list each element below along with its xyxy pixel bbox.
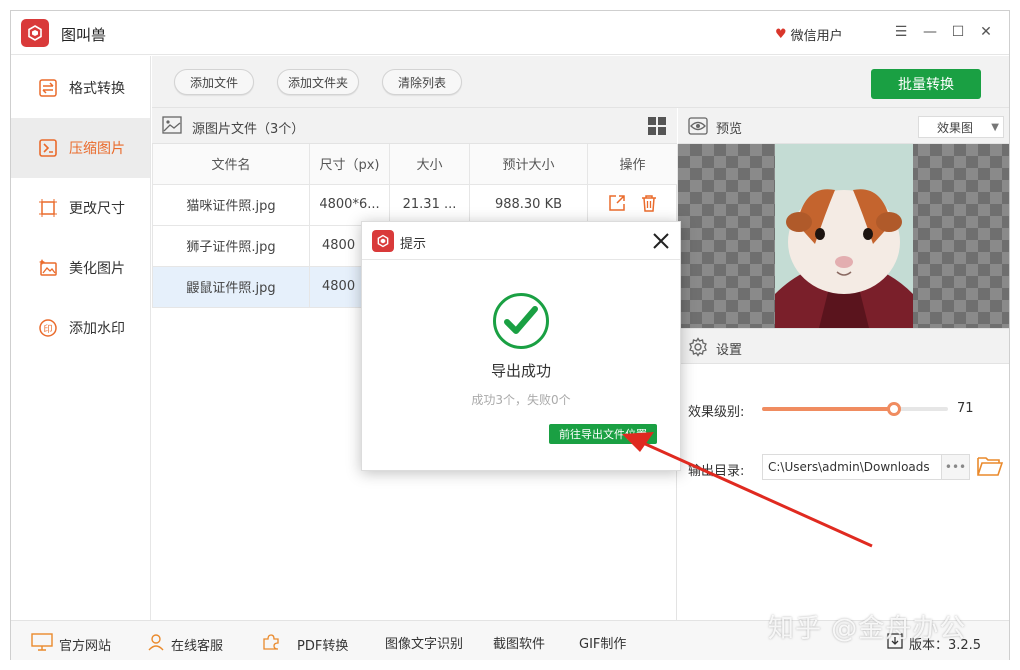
vip-heart-icon: ♥ — [775, 27, 787, 42]
file-name: 猫咪证件照.jpg — [152, 183, 310, 226]
batch-convert-button[interactable]: 批量转换 — [871, 69, 981, 99]
app-logo-icon — [21, 19, 49, 47]
output-dir-label: 输出目录: — [688, 464, 745, 479]
dialog-result-summary: 成功3个，失败0个 — [471, 393, 571, 407]
puzzle-icon — [261, 633, 281, 655]
effect-level-value: 71 — [957, 401, 974, 416]
close-icon[interactable] — [650, 230, 672, 252]
monitor-icon — [31, 633, 53, 655]
sidebar-item-label: 添加水印 — [69, 321, 125, 337]
user-account[interactable]: ♥ 微信用户 — [775, 25, 843, 44]
official-website-label: 官方网站 — [59, 638, 112, 654]
gif-maker-link[interactable]: GIF制作 — [579, 633, 626, 652]
toolbar: 添加文件 添加文件夹 清除列表 批量转换 — [152, 56, 1009, 108]
browse-button[interactable]: ••• — [942, 454, 970, 480]
file-name: 鼹鼠证件照.jpg — [152, 265, 310, 308]
success-dialog: 提示 导出成功 成功3个，失败0个 前往导出文件位置 — [361, 221, 681, 471]
gear-icon — [688, 337, 708, 361]
version-label: 版本：3.2.5 — [909, 637, 982, 653]
preview-mode-value: 效果图 — [937, 120, 974, 135]
sidebar-item-label: 更改尺寸 — [69, 201, 125, 217]
add-file-button[interactable]: 添加文件 — [174, 69, 254, 95]
add-folder-button[interactable]: 添加文件夹 — [277, 69, 359, 95]
slider-fill — [762, 407, 895, 411]
open-external-icon[interactable] — [608, 194, 626, 216]
convert-icon — [37, 77, 59, 99]
column-header-size[interactable]: 大小 — [389, 144, 470, 185]
title-bar: 图叫兽 ♥ 微信用户 ☰ — ☐ ✕ — [11, 11, 1009, 55]
app-title: 图叫兽 — [61, 26, 107, 44]
delete-icon[interactable] — [640, 194, 658, 216]
dialog-message: 导出成功 — [490, 362, 551, 380]
file-dimensions: 4800*6... — [309, 183, 390, 226]
sidebar-item-label: 压缩图片 — [69, 141, 125, 157]
pdf-convert-link[interactable]: PDF转换 — [261, 633, 348, 655]
app-window: 图叫兽 ♥ 微信用户 ☰ — ☐ ✕ 格式转换 压缩图片 更改尺寸 美化图片 印… — [10, 10, 1010, 660]
grid-view-icon[interactable] — [647, 116, 667, 140]
beautify-icon — [37, 257, 59, 279]
table-row[interactable]: 猫咪证件照.jpg 4800*6... 21.31 ... 988.30 KB — [152, 183, 678, 226]
eye-icon — [688, 117, 708, 139]
preview-title: 预览 — [716, 122, 743, 137]
official-website-link[interactable]: 官方网站 — [31, 633, 111, 655]
online-service-link[interactable]: 在线客服 — [147, 633, 223, 655]
table-header-row: 文件名 尺寸（px) 大小 预计大小 操作 — [152, 144, 678, 185]
file-actions — [587, 183, 678, 226]
settings-header: 设置 — [678, 328, 1009, 364]
column-header-dimensions[interactable]: 尺寸（px) — [309, 144, 390, 185]
sidebar-item-label: 格式转换 — [69, 81, 125, 97]
ocr-link[interactable]: 图像文字识别 — [385, 633, 463, 652]
effect-level-slider[interactable] — [762, 402, 948, 416]
sidebar-item-watermark[interactable]: 印 添加水印 — [11, 298, 150, 358]
minimize-icon[interactable]: — — [921, 23, 939, 41]
bottom-bar: 官方网站 在线客服 PDF转换 图像文字识别 截图软件 GIF制作 版本：3.2… — [11, 620, 1009, 660]
file-size: 21.31 ... — [389, 183, 470, 226]
customer-service-icon — [147, 633, 165, 655]
settings-title: 设置 — [716, 343, 743, 358]
folder-icon[interactable] — [977, 455, 1004, 481]
chevron-down-icon: ▼ — [991, 122, 999, 133]
file-name: 狮子证件照.jpg — [152, 224, 310, 267]
preview-image — [775, 144, 913, 328]
sidebar-item-label: 美化图片 — [69, 261, 125, 277]
close-icon[interactable]: ✕ — [977, 23, 995, 41]
preview-header: 预览 效果图 ▼ — [678, 108, 1009, 144]
column-header-name[interactable]: 文件名 — [152, 144, 310, 185]
output-dir-field[interactable]: C:\Users\admin\Downloads — [762, 454, 942, 480]
app-logo-icon — [372, 230, 394, 252]
image-icon — [162, 116, 182, 138]
effect-level-label: 效果级别: — [688, 405, 745, 420]
sidebar-item-resize[interactable]: 更改尺寸 — [11, 178, 150, 238]
maximize-icon[interactable]: ☐ — [949, 23, 967, 41]
compress-icon — [37, 137, 59, 159]
svg-text:印: 印 — [43, 323, 52, 335]
column-header-actions: 操作 — [587, 144, 678, 185]
success-check-icon — [493, 293, 549, 349]
clear-list-button[interactable]: 清除列表 — [382, 69, 462, 95]
menu-icon[interactable]: ☰ — [892, 23, 910, 41]
dialog-title: 提示 — [400, 237, 427, 252]
preview-mode-select[interactable]: 效果图 ▼ — [918, 116, 1004, 138]
sidebar-item-compress[interactable]: 压缩图片 — [11, 118, 150, 178]
file-list-title: 源图片文件（3个） — [192, 122, 305, 137]
dialog-header: 提示 — [362, 222, 680, 260]
update-icon — [887, 633, 903, 653]
resize-icon — [37, 197, 59, 219]
pdf-convert-label: PDF转换 — [297, 638, 349, 654]
file-list-header: 源图片文件（3个） — [152, 108, 677, 144]
watermark-icon: 印 — [37, 317, 59, 339]
screenshot-link[interactable]: 截图软件 — [493, 633, 545, 652]
column-header-estimated-size[interactable]: 预计大小 — [469, 144, 588, 185]
open-export-location-button[interactable]: 前往导出文件位置 — [549, 424, 657, 444]
slider-handle[interactable] — [887, 402, 902, 416]
file-estimated-size: 988.30 KB — [469, 183, 588, 226]
sidebar-item-beautify[interactable]: 美化图片 — [11, 238, 150, 298]
user-name: 微信用户 — [790, 29, 843, 44]
sidebar: 格式转换 压缩图片 更改尺寸 美化图片 印 添加水印 — [11, 56, 151, 620]
sidebar-item-format-convert[interactable]: 格式转换 — [11, 58, 150, 118]
preview-panel: 预览 效果图 ▼ 设置 效果级别: 71 输出目录: C:\Users\admi… — [678, 108, 1009, 620]
version-info: 版本：3.2.5 — [887, 633, 981, 653]
online-service-label: 在线客服 — [171, 638, 224, 654]
